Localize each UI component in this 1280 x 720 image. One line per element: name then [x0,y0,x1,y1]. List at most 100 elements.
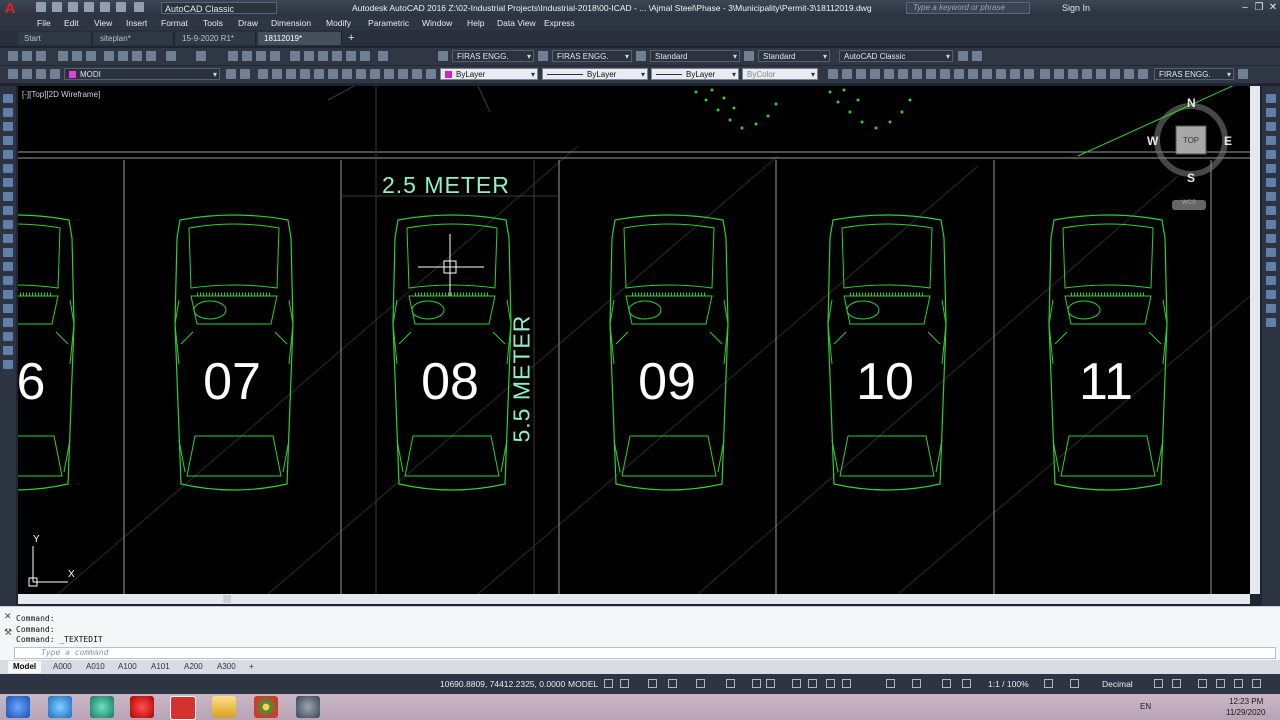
hatch-icon[interactable] [1010,69,1020,79]
menu-insert[interactable]: Insert [126,18,147,28]
modify-fillet-icon[interactable] [1266,290,1276,299]
menu-tools[interactable]: Tools [203,18,223,28]
selection-filter-icon[interactable] [842,679,851,688]
viewport-controls[interactable]: [-][Top][2D Wireframe] [22,90,100,99]
draw-polygon-icon[interactable] [3,136,13,145]
media-icon[interactable] [296,696,320,718]
mirror-icon[interactable] [314,69,324,79]
plotstyle-dropdown[interactable]: ByColor [742,68,818,80]
annotation-scale-value[interactable]: 1:1 / 100% [988,679,1029,689]
workspace-selector[interactable]: AutoCAD Classic [161,2,277,14]
tab-start[interactable]: Start [18,32,92,45]
tab-15-9-2020[interactable]: 15-9-2020 R1* [176,32,256,45]
draw-line-icon[interactable] [3,94,13,103]
ellipse-icon[interactable] [954,69,964,79]
app-icon[interactable] [90,696,114,718]
zoom-realtime-icon[interactable] [242,51,252,61]
tab-model[interactable]: Model [8,661,42,673]
layer-manager-icon[interactable] [8,69,18,79]
dimension-text-length[interactable]: 5.5 METER [509,315,536,443]
print-icon[interactable] [58,51,68,61]
open-file-icon[interactable] [22,51,32,61]
tab-18112019[interactable]: 18112019* [258,32,342,45]
circle-icon[interactable] [912,69,922,79]
close-command-icon[interactable]: ✕ [4,611,12,622]
chrome-icon[interactable] [254,696,278,718]
draw-mtext-icon[interactable] [3,346,13,355]
match-properties-icon[interactable] [146,51,156,61]
saveas-icon[interactable] [84,2,94,12]
draw-gradient-icon[interactable] [3,304,13,313]
auto-scale-icon[interactable] [942,679,951,688]
modify-rotate-icon[interactable] [1266,178,1276,187]
drawing-canvas[interactable] [18,86,1250,594]
restore-button[interactable]: ❐ [1252,2,1266,14]
snap-icon[interactable] [620,679,629,688]
qnew-icon[interactable] [8,51,18,61]
extend-icon[interactable] [370,69,380,79]
sheet-set-icon[interactable] [332,51,342,61]
close-button[interactable]: ✕ [1266,2,1280,14]
redo-icon[interactable] [134,2,144,12]
menu-express[interactable]: Express [544,18,575,28]
fillet-icon[interactable] [384,69,394,79]
draw-ellarc-icon[interactable] [3,234,13,243]
mleader-style-icon[interactable] [744,51,754,61]
isolate-objects-icon[interactable] [1198,679,1207,688]
ortho-icon[interactable] [648,679,657,688]
internet-explorer-icon[interactable] [48,696,72,718]
draw-cloud-icon[interactable] [3,192,13,201]
undo-toolbar-icon[interactable] [166,51,176,61]
region-icon[interactable] [1040,69,1050,79]
lock-ui-icon[interactable] [1172,679,1181,688]
otrack-icon[interactable] [726,679,735,688]
align-icon[interactable] [1110,69,1120,79]
dimension-text-width[interactable]: 2.5 METER [382,172,510,199]
rotate-icon[interactable] [286,69,296,79]
tab-siteplan[interactable]: siteplan* [94,32,174,45]
table-style-dropdown[interactable]: Standard [650,50,740,62]
3d-osnap-icon[interactable] [808,679,817,688]
modify-move-icon[interactable] [1266,164,1276,173]
table-icon[interactable] [1054,69,1064,79]
ucs-menu[interactable]: WCS [1172,200,1206,206]
dim-style-icon[interactable] [538,51,548,61]
dimension-icon[interactable] [1082,69,1092,79]
clock-time[interactable]: 12:23 PM [1229,697,1263,706]
layer-state-icon[interactable] [22,69,32,79]
modify-stretch-icon[interactable] [1266,206,1276,215]
layer-previous-icon[interactable] [240,69,250,79]
zoom-window-icon[interactable] [256,51,266,61]
viewcube-east[interactable]: E [1224,134,1232,148]
tab-a200[interactable]: A200 [179,661,208,673]
draw-insert-icon[interactable] [3,248,13,257]
search-input[interactable]: Type a keyword or phrase [906,2,1030,14]
draw-circle-icon[interactable] [3,178,13,187]
paste-icon[interactable] [132,51,142,61]
tab-a100[interactable]: A100 [113,661,142,673]
modify-extend-icon[interactable] [1266,234,1276,243]
spline-icon[interactable] [940,69,950,79]
text-style-dropdown[interactable]: FIRAS ENGG. [452,50,534,62]
draw-pline-icon[interactable] [3,122,13,131]
modify-offset-icon[interactable] [1266,136,1276,145]
mleader-icon[interactable] [1138,69,1148,79]
lineweight-dropdown[interactable]: ByLayer [651,68,739,80]
draw-spline-icon[interactable] [3,206,13,215]
scale-icon[interactable] [300,69,310,79]
save-file-icon[interactable] [36,51,46,61]
text-align-icon[interactable] [1124,69,1134,79]
offset-icon[interactable] [328,69,338,79]
modify-mirror-icon[interactable] [1266,122,1276,131]
model-space-toggle[interactable]: MODEL [568,679,598,689]
cut-icon[interactable] [104,51,114,61]
gradient-icon[interactable] [1024,69,1034,79]
modify-array-icon[interactable] [1266,150,1276,159]
command-input[interactable]: Type a command [14,647,1276,659]
viewcube-south[interactable]: S [1187,171,1195,185]
osnap-icon[interactable] [696,679,705,688]
table-style-icon[interactable] [636,51,646,61]
menu-modify[interactable]: Modify [326,18,351,28]
color-dropdown[interactable]: ByLayer [440,68,538,80]
annotation-scale-icon[interactable] [962,679,971,688]
